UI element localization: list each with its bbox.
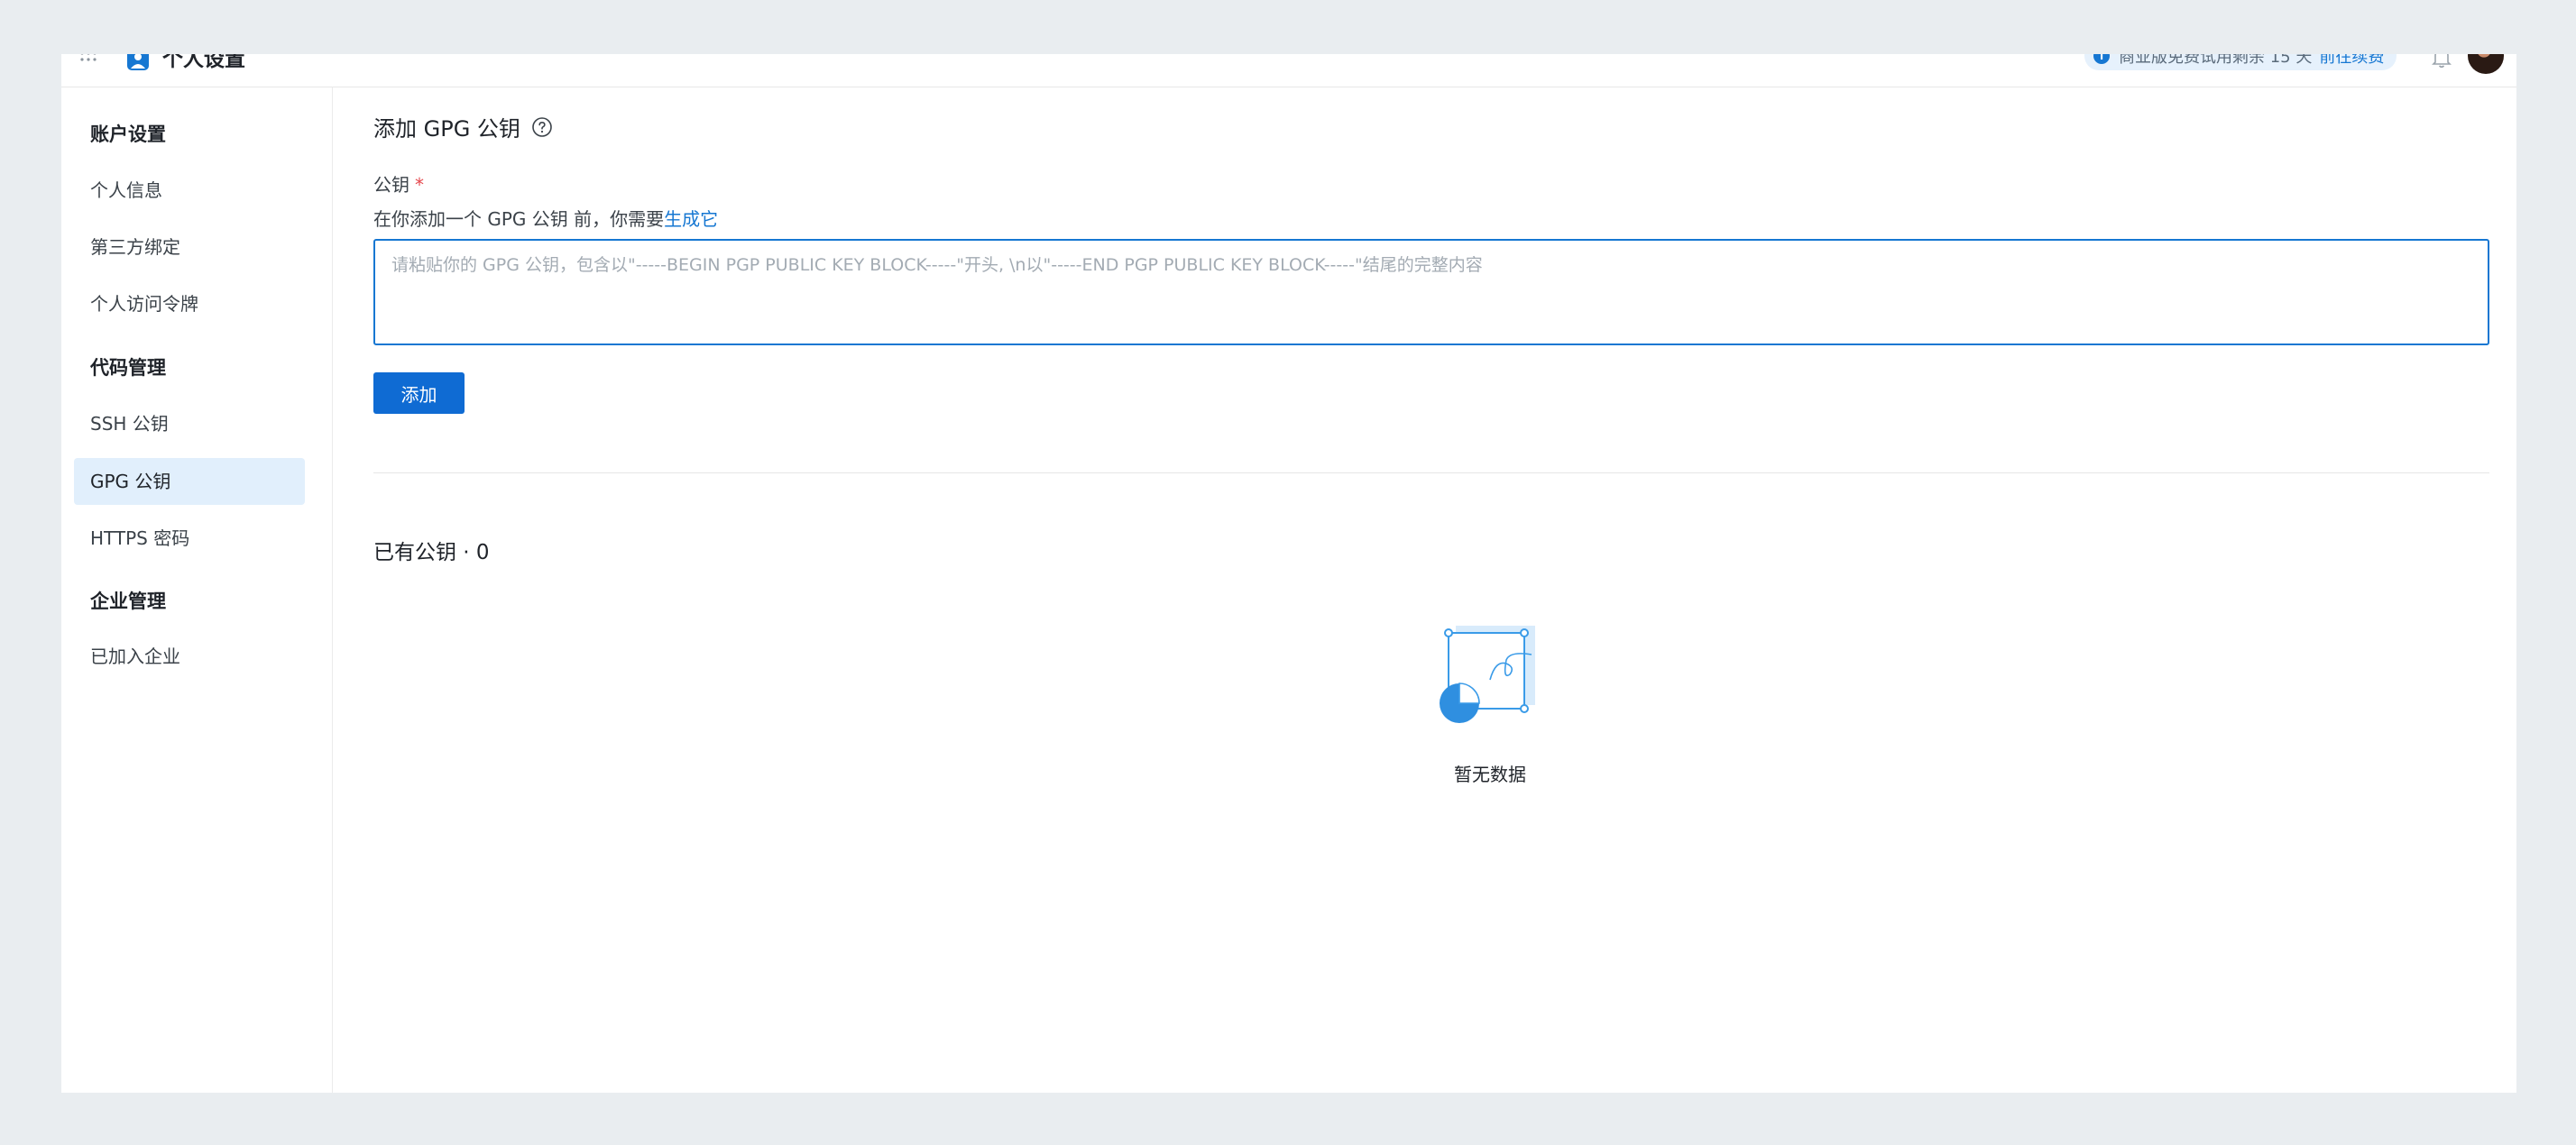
gpg-public-key-input[interactable] xyxy=(373,239,2489,345)
info-icon: i xyxy=(2093,54,2110,64)
apps-grid-icon[interactable] xyxy=(78,54,99,70)
settings-sidebar: 账户设置 个人信息 第三方绑定 个人访问令牌 代码管理 SSH 公钥 GPG 公… xyxy=(61,87,333,1093)
existing-keys-title: 已有公钥 · 0 xyxy=(373,541,490,564)
sidebar-group-code: 代码管理 xyxy=(90,357,166,379)
top-header: 个人设置 i 商业版免费试用剩余 15 天 前往续费 xyxy=(61,54,2516,87)
settings-window: 个人设置 i 商业版免费试用剩余 15 天 前往续费 账户设置 个人信息 第三方… xyxy=(61,54,2516,1093)
required-mark: * xyxy=(415,174,424,196)
empty-state-text: 暂无数据 xyxy=(1454,764,1526,785)
notification-bell-icon[interactable] xyxy=(2432,54,2452,69)
renew-link[interactable]: 前往续费 xyxy=(2319,54,2384,68)
trial-notice-text: 商业版免费试用剩余 15 天 xyxy=(2119,54,2313,67)
empty-data-illustration-icon xyxy=(1440,626,1535,723)
section-title: 添加 GPG 公钥 xyxy=(373,111,553,142)
page-header-title: 个人设置 xyxy=(162,54,245,71)
sidebar-group-enterprise: 企业管理 xyxy=(90,591,166,612)
public-key-label-text: 公钥 xyxy=(373,174,409,196)
sidebar-item-https-password[interactable]: HTTPS 密码 xyxy=(74,515,305,562)
sidebar-item-access-token[interactable]: 个人访问令牌 xyxy=(74,280,305,327)
help-question-icon[interactable] xyxy=(531,116,553,138)
sidebar-item-profile[interactable]: 个人信息 xyxy=(74,167,305,214)
sidebar-item-joined-enterprises[interactable]: 已加入企业 xyxy=(74,633,305,680)
main-content: 添加 GPG 公钥 公钥* 在你添加一个 GPG 公钥 前，你需要生成它 添加 … xyxy=(373,87,2489,1093)
generate-key-link[interactable]: 生成它 xyxy=(664,208,718,230)
public-key-label: 公钥 * xyxy=(373,170,424,197)
user-settings-logo-icon xyxy=(127,54,149,70)
user-avatar[interactable] xyxy=(2468,54,2504,74)
sidebar-item-gpg-keys[interactable]: GPG 公钥 xyxy=(74,458,305,505)
sidebar-group-account: 账户设置 xyxy=(90,124,166,145)
field-hint: 在你添加一个 GPG 公钥 前，你需要生成它 xyxy=(373,205,718,231)
trial-notice-banner: i 商业版免费试用剩余 15 天 前往续费 xyxy=(2084,54,2397,70)
sidebar-item-third-party[interactable]: 第三方绑定 xyxy=(74,224,305,270)
section-title-text: 添加 GPG 公钥 xyxy=(373,116,520,142)
field-hint-text: 在你添加一个 GPG 公钥 前，你需要 xyxy=(373,208,665,230)
sidebar-item-ssh-keys[interactable]: SSH 公钥 xyxy=(74,400,305,447)
section-divider xyxy=(373,472,2489,473)
add-key-button[interactable]: 添加 xyxy=(373,372,465,414)
